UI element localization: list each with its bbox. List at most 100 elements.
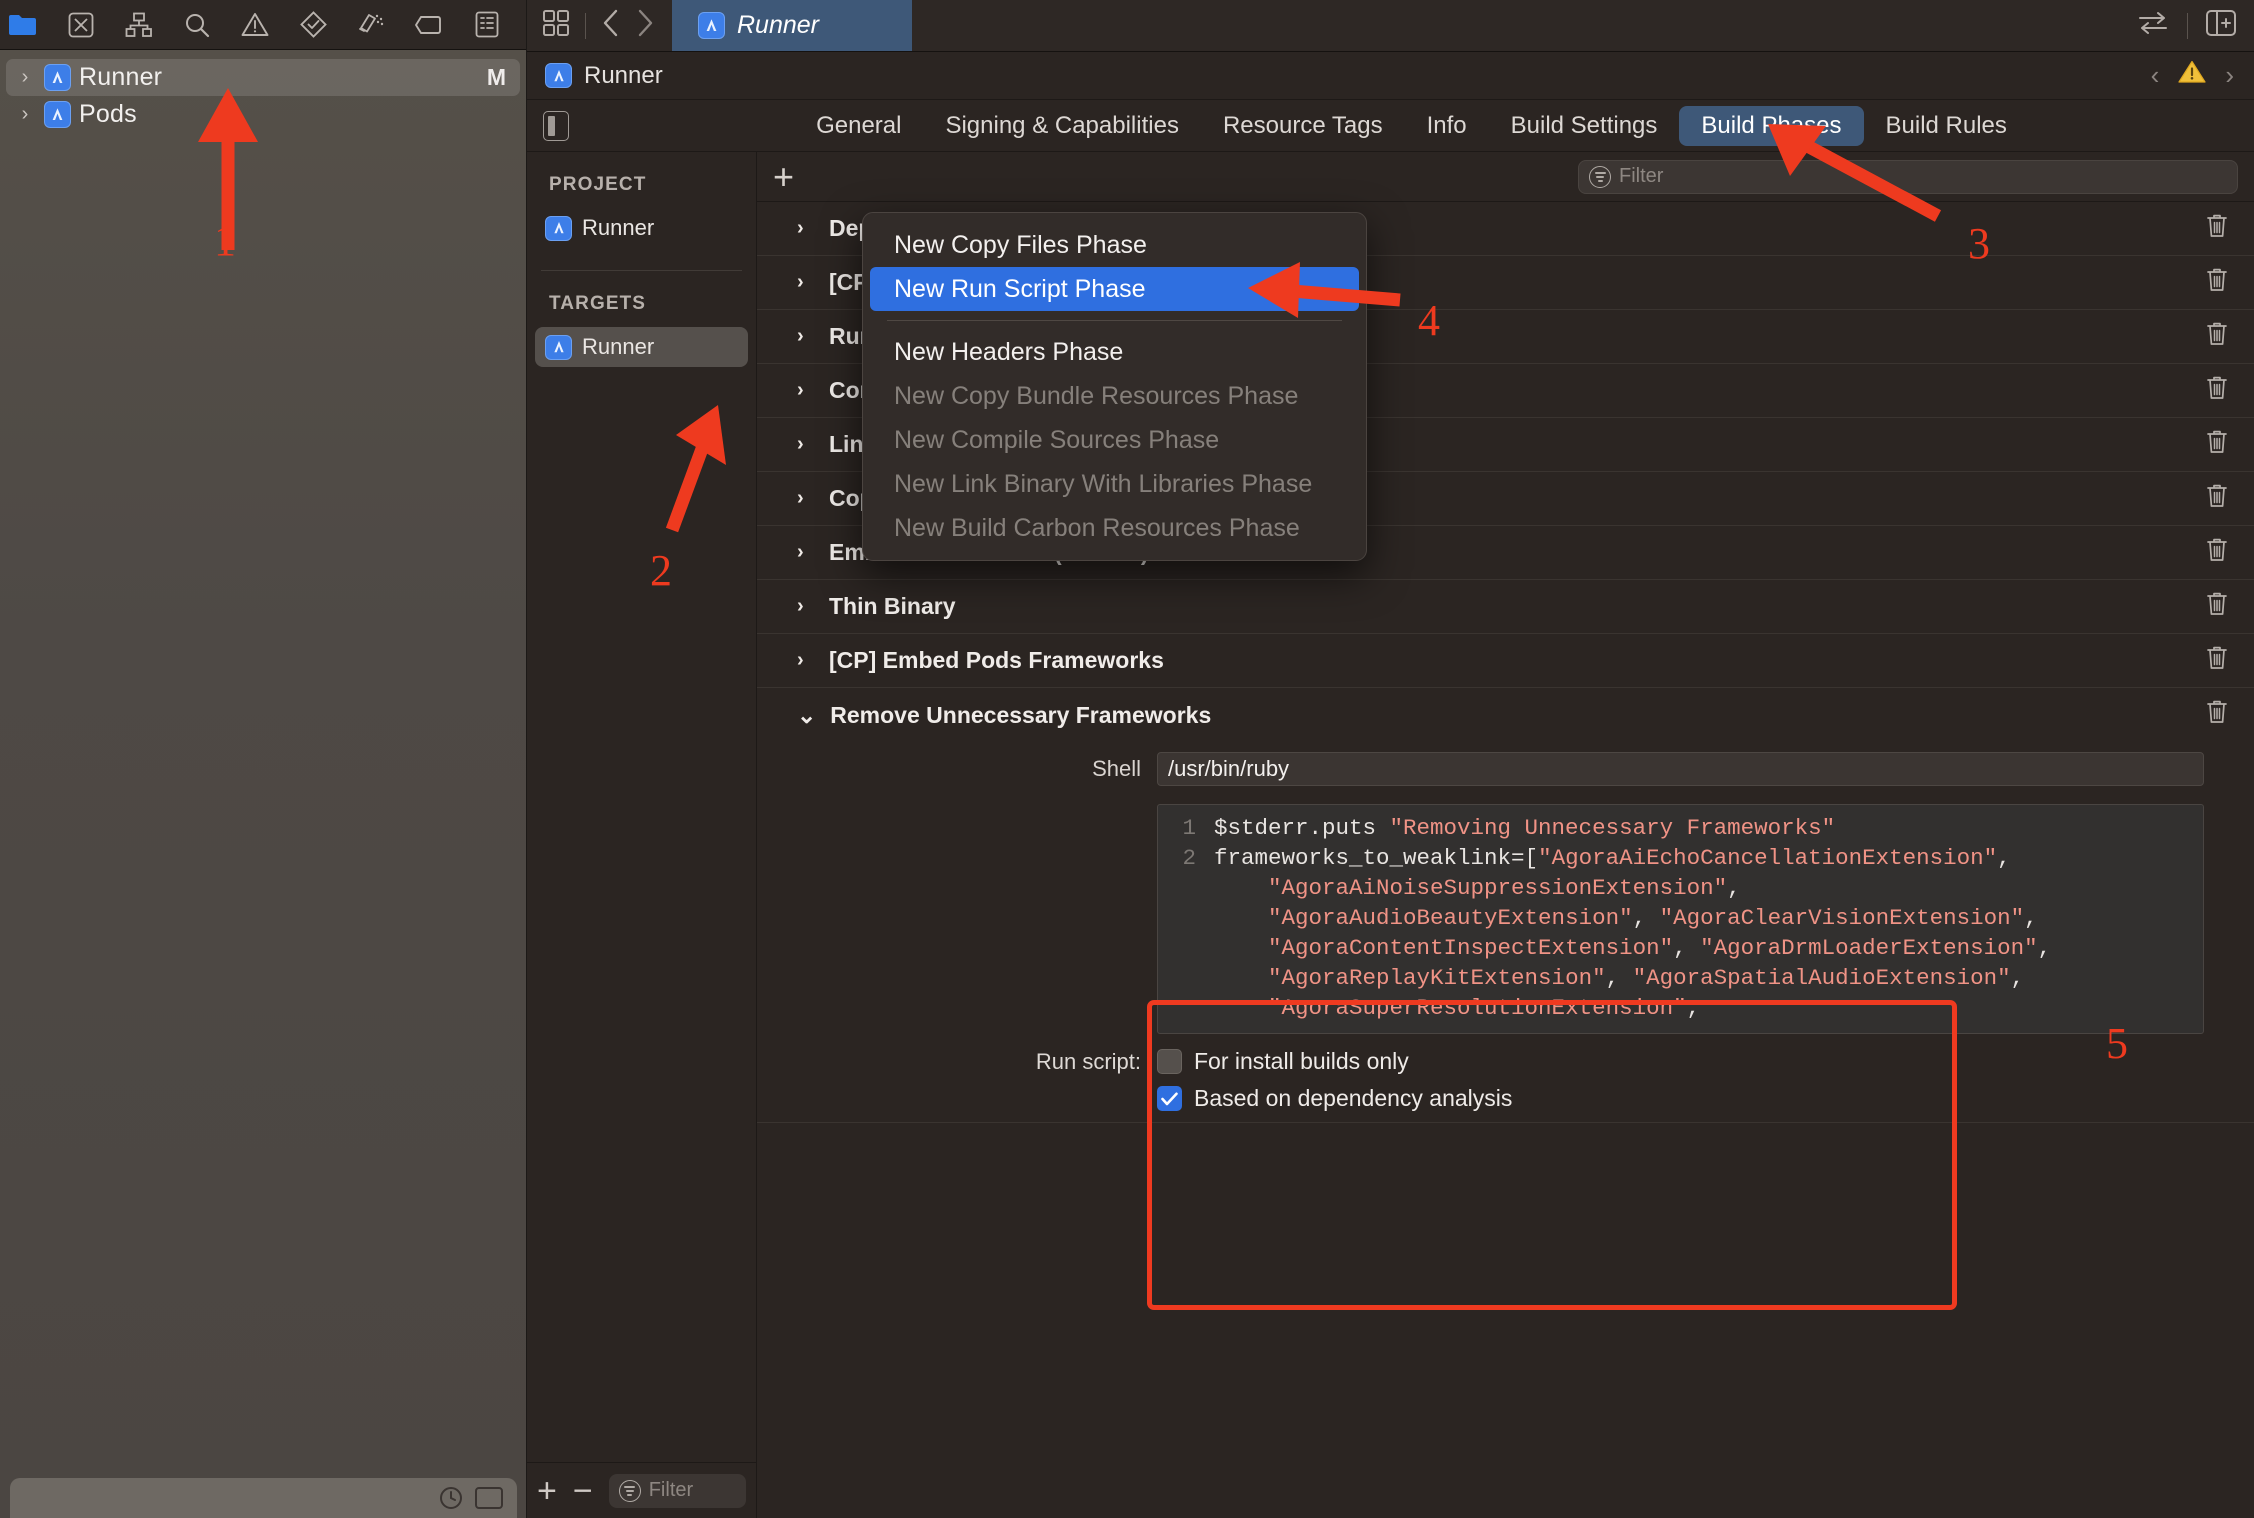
navigator-bottom-bar <box>10 1478 517 1518</box>
phase-row-label: Thin Binary <box>829 593 956 619</box>
project-filter-input[interactable]: Filter <box>608 1473 746 1508</box>
tree-item-label: Pods <box>79 100 137 128</box>
shell-input[interactable]: /usr/bin/ruby <box>1157 752 2204 786</box>
project-list-footer: + − Filter <box>527 1462 756 1518</box>
chevron-down-icon[interactable]: ⌄ <box>797 702 816 729</box>
menu-item-new-headers-phase[interactable]: New Headers Phase <box>870 330 1359 374</box>
delete-phase-icon[interactable] <box>2206 483 2228 515</box>
annotation-number-2: 2 <box>650 546 672 595</box>
chevron-right-icon[interactable] <box>636 9 654 42</box>
disclosure-chevron-icon[interactable]: › <box>14 66 36 89</box>
xcode-window: › Runner M › Pods Runner Runner ‹ › Gene… <box>0 0 2254 1518</box>
phase-run-script-expanded: ⌄ Remove Unnecessary Frameworks Shell /u… <box>757 688 2254 1123</box>
disclosure-chevron-icon[interactable]: › <box>14 103 36 126</box>
tab-resource-tags[interactable]: Resource Tags <box>1201 106 1405 146</box>
warning-icon[interactable] <box>238 8 272 42</box>
add-build-phase-button[interactable]: + <box>773 158 794 195</box>
app-icon <box>545 334 572 360</box>
menu-item-new-copy-files-phase[interactable]: New Copy Files Phase <box>870 223 1359 267</box>
chevron-right-icon[interactable]: › <box>797 541 815 564</box>
target-item-runner[interactable]: Runner <box>535 327 748 367</box>
grid-icon[interactable] <box>543 10 569 41</box>
project-section-header: PROJECT <box>549 174 647 195</box>
project-item-runner[interactable]: Runner <box>535 208 748 248</box>
report-icon[interactable] <box>470 8 504 42</box>
search-icon[interactable] <box>180 8 214 42</box>
tab-general[interactable]: General <box>794 106 923 146</box>
folder-icon[interactable] <box>6 8 40 42</box>
chevron-left-icon[interactable] <box>602 9 620 42</box>
chevron-right-icon[interactable]: › <box>2225 60 2234 91</box>
warning-triangle-icon[interactable] <box>2177 59 2207 92</box>
project-navigator: › Runner M › Pods <box>0 0 527 1518</box>
delete-phase-icon[interactable] <box>2206 213 2228 245</box>
chevron-right-icon[interactable]: › <box>797 325 815 348</box>
document-tab-label: Runner <box>737 11 819 39</box>
add-inspector-icon[interactable] <box>2206 10 2236 41</box>
for-install-builds-checkbox[interactable] <box>1157 1049 1182 1074</box>
line-number <box>1158 993 1214 1023</box>
chevron-right-icon[interactable]: › <box>797 649 815 672</box>
delete-phase-icon[interactable] <box>2206 537 2228 569</box>
chevron-right-icon[interactable]: › <box>797 433 815 456</box>
panel-icon[interactable] <box>475 1487 503 1509</box>
code-line: "AgoraContentInspectExtension", "AgoraDr… <box>1158 933 2203 963</box>
code-line: "AgoraAiNoiseSuppressionExtension", <box>1158 873 2203 903</box>
remove-target-button[interactable]: − <box>573 1474 593 1508</box>
add-target-button[interactable]: + <box>537 1474 557 1508</box>
chevron-right-icon[interactable]: › <box>797 487 815 510</box>
tab-build-phases[interactable]: Build Phases <box>1679 105 1864 146</box>
code-segment: , <box>1727 875 1741 901</box>
menu-item-new-run-script-phase[interactable]: New Run Script Phase <box>870 267 1359 311</box>
project-editor-tabs: General Signing & Capabilities Resource … <box>527 100 2254 152</box>
breadcrumb-label[interactable]: Runner <box>584 62 663 90</box>
breakpoint-icon[interactable] <box>412 8 446 42</box>
dependency-analysis-checkbox[interactable] <box>1157 1086 1182 1111</box>
tab-bar-spacer <box>912 0 2137 51</box>
swap-arrows-icon[interactable] <box>2137 10 2169 41</box>
delete-phase-icon[interactable] <box>2206 429 2228 461</box>
phase-row-thin-binary[interactable]: › Thin Binary <box>757 580 2254 634</box>
delete-phase-icon[interactable] <box>2206 267 2228 299</box>
annotation-number-5: 5 <box>2106 1019 2128 1068</box>
navigator-toolbar <box>0 0 526 50</box>
menu-item-new-build-carbon-resources-phase: New Build Carbon Resources Phase <box>894 513 1300 542</box>
chevron-right-icon[interactable]: › <box>797 271 815 294</box>
phase-row-embed-pods-frameworks[interactable]: › [CP] Embed Pods Frameworks <box>757 634 2254 688</box>
delete-phase-icon[interactable] <box>2206 645 2228 677</box>
tab-info[interactable]: Info <box>1405 106 1489 146</box>
tree-item-pods[interactable]: › Pods <box>6 96 520 133</box>
install-builds-row: Run script: For install builds only <box>757 1048 2254 1075</box>
source-control-icon[interactable] <box>64 8 98 42</box>
tab-build-settings[interactable]: Build Settings <box>1489 106 1680 146</box>
test-icon[interactable] <box>296 8 330 42</box>
phase-filter-input[interactable]: Filter <box>1578 159 2238 194</box>
tree-item-runner[interactable]: › Runner M <box>6 59 520 96</box>
delete-phase-icon[interactable] <box>2206 321 2228 353</box>
phase-row-remove-unnecessary-frameworks[interactable]: ⌄ Remove Unnecessary Frameworks <box>757 688 2254 742</box>
code-segment: $stderr.puts <box>1214 815 1390 841</box>
code-line: 1 $stderr.puts "Removing Unnecessary Fra… <box>1158 813 2203 843</box>
chevron-left-icon[interactable]: ‹ <box>2151 60 2160 91</box>
tab-signing-capabilities[interactable]: Signing & Capabilities <box>923 106 1200 146</box>
delete-phase-icon[interactable] <box>2206 699 2228 731</box>
project-filter-placeholder: Filter <box>648 1479 694 1501</box>
delete-phase-icon[interactable] <box>2206 591 2228 623</box>
delete-phase-icon[interactable] <box>2206 375 2228 407</box>
chevron-right-icon[interactable]: › <box>797 217 815 240</box>
chevron-right-icon[interactable]: › <box>797 379 815 402</box>
hierarchy-icon[interactable] <box>122 8 156 42</box>
modified-badge: M <box>486 64 506 90</box>
debug-icon[interactable] <box>354 8 388 42</box>
panel-toggle-icon[interactable] <box>543 110 569 141</box>
editor-tab-bar: Runner <box>527 0 2254 52</box>
chevron-right-icon[interactable]: › <box>797 595 815 618</box>
document-tab-runner[interactable]: Runner <box>672 0 912 51</box>
script-code-editor[interactable]: 1 $stderr.puts "Removing Unnecessary Fra… <box>1157 804 2204 1034</box>
shell-label: Shell <box>1092 756 1141 781</box>
tab-build-rules[interactable]: Build Rules <box>1864 106 2029 146</box>
annotation-number-3: 3 <box>1968 219 1990 268</box>
clock-icon[interactable] <box>439 1486 463 1510</box>
